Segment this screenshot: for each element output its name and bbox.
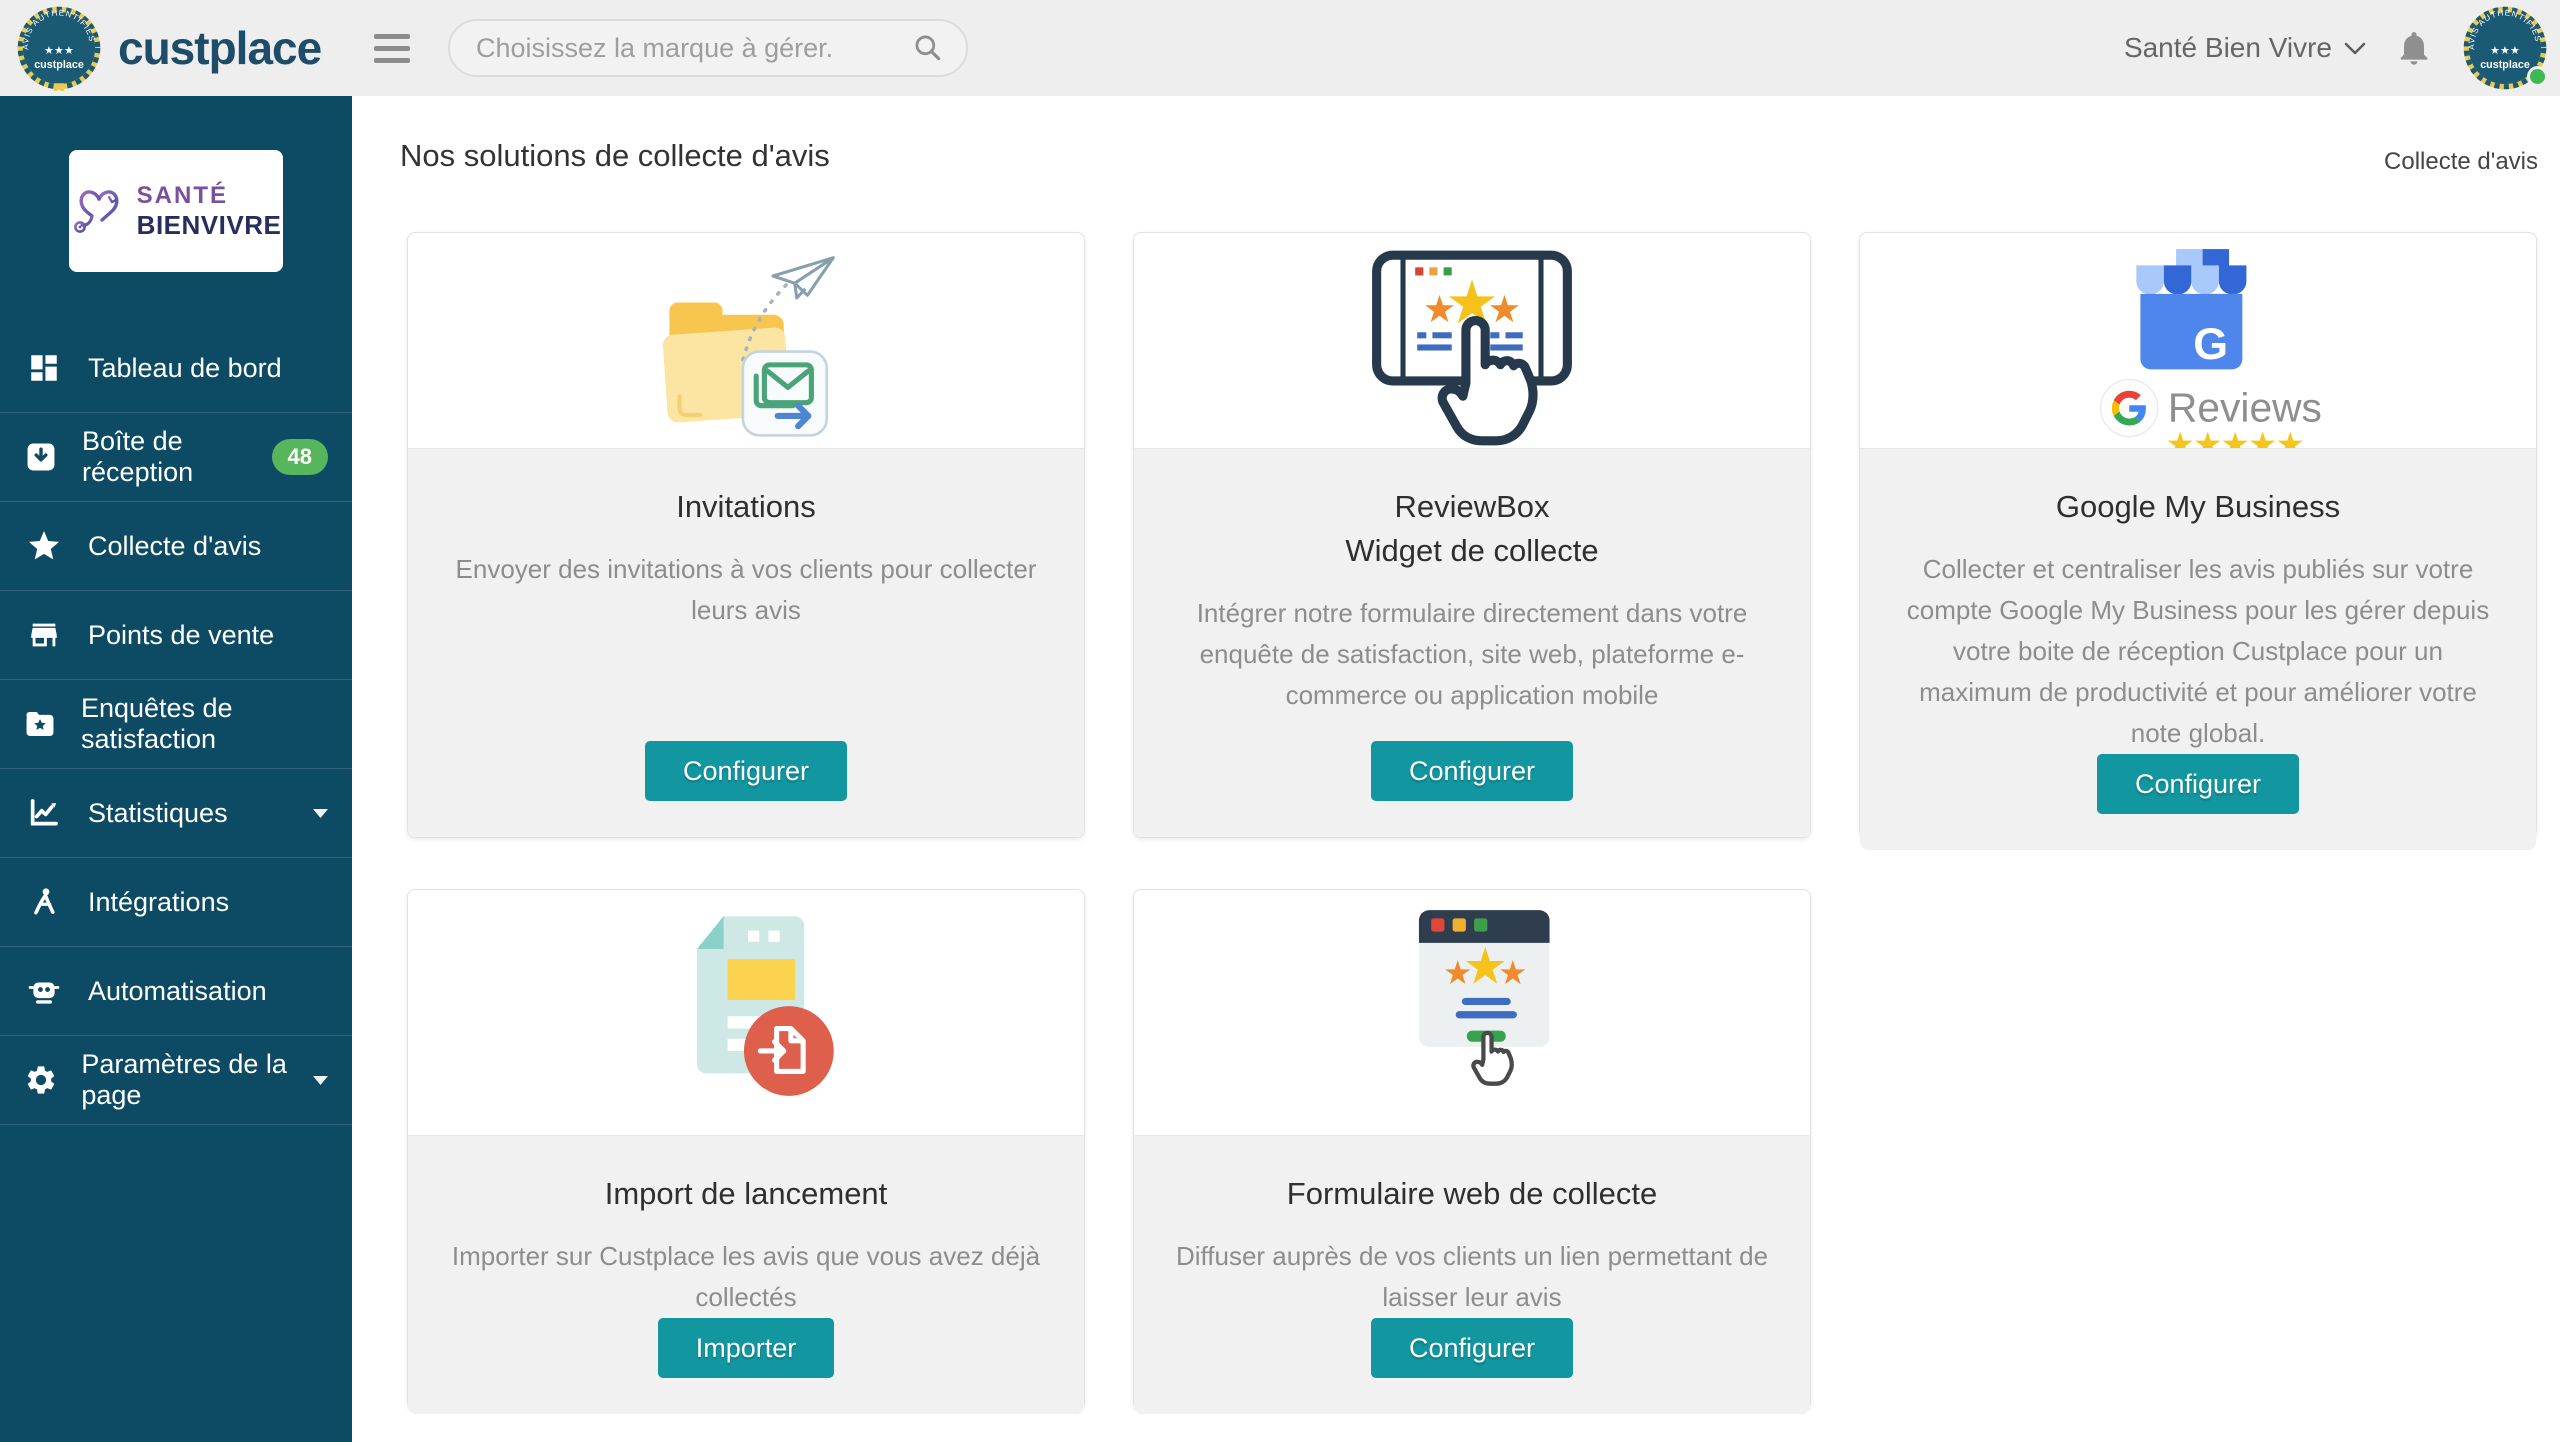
import-button[interactable]: Importer xyxy=(658,1318,835,1378)
search-icon xyxy=(912,32,944,64)
svg-text:Reviews: Reviews xyxy=(2168,384,2322,430)
search-input[interactable] xyxy=(476,33,912,64)
org-logo-card: SANTÉ BIENVIVRE xyxy=(69,150,283,272)
svg-text:★★★: ★★★ xyxy=(44,45,74,57)
sidebar-item-boite-de-reception[interactable]: Boîte de réception 48 xyxy=(0,413,352,502)
custplace-logo[interactable]: AVIS AUTHENTIFIÉS ★★★ custplace custplac… xyxy=(0,5,340,91)
card-title: Invitations xyxy=(676,485,816,529)
svg-text:G: G xyxy=(2193,318,2228,369)
header-right: Santé Bien Vivre AVIS AUTHENTIFIÉS ★★★ c… xyxy=(2124,5,2560,91)
configure-invitations-button[interactable]: Configurer xyxy=(645,741,847,801)
survey-star-icon xyxy=(22,707,59,741)
sidebar-item-collecte-avis[interactable]: Collecte d'avis xyxy=(0,502,352,591)
star-icon xyxy=(22,528,66,564)
card-description: Importer sur Custplace les avis que vous… xyxy=(446,1236,1046,1318)
sidebar-item-statistiques[interactable]: Statistiques xyxy=(0,769,352,858)
card-description: Envoyer des invitations à vos clients po… xyxy=(446,549,1046,631)
submenu-caret-icon xyxy=(313,809,328,818)
sidebar-item-enquetes-satisfaction[interactable]: Enquêtes de satisfaction xyxy=(0,680,352,769)
inbox-count-badge: 48 xyxy=(272,439,328,475)
robot-icon xyxy=(22,974,66,1008)
page-head: Nos solutions de collecte d'avis Collect… xyxy=(352,96,2560,176)
breadcrumb[interactable]: Collecte d'avis xyxy=(2384,148,2538,176)
org-name: SANTÉ BIENVIVRE xyxy=(137,182,282,240)
chevron-down-icon xyxy=(2344,42,2366,55)
invitations-illustration-icon xyxy=(408,233,1084,448)
avatar[interactable]: AVIS AUTHENTIFIÉS ★★★ custplace xyxy=(2462,5,2548,91)
sidebar-item-automatisation[interactable]: Automatisation xyxy=(0,947,352,1036)
page-title: Nos solutions de collecte d'avis xyxy=(400,136,830,176)
line-chart-icon xyxy=(22,796,66,830)
card-reviewbox: ReviewBox Widget de collecte Intégrer no… xyxy=(1133,232,1811,838)
card-description: Collecter et centraliser les avis publié… xyxy=(1898,549,2498,754)
custplace-badge-icon: AVIS AUTHENTIFIÉS ★★★ custplace xyxy=(16,5,102,91)
gear-icon xyxy=(22,1063,59,1097)
svg-text:custplace: custplace xyxy=(34,59,84,71)
integrations-person-icon xyxy=(22,885,66,919)
main-content: Nos solutions de collecte d'avis Collect… xyxy=(352,96,2560,1442)
inbox-icon xyxy=(22,440,60,474)
card-invitations: Invitations Envoyer des invitations à vo… xyxy=(407,232,1085,838)
card-title: ReviewBox Widget de collecte xyxy=(1345,485,1598,573)
account-switcher[interactable]: Santé Bien Vivre xyxy=(2124,32,2366,64)
configure-gmb-button[interactable]: Configurer xyxy=(2097,754,2299,814)
app-root: AVIS AUTHENTIFIÉS ★★★ custplace custplac… xyxy=(0,0,2560,1442)
brand-search[interactable] xyxy=(448,19,968,77)
card-title: Google My Business xyxy=(2056,485,2340,529)
reviewbox-illustration-icon xyxy=(1134,233,1810,448)
import-illustration-icon xyxy=(408,890,1084,1135)
configure-reviewbox-button[interactable]: Configurer xyxy=(1371,741,1573,801)
online-status-dot xyxy=(2527,66,2548,87)
svg-text:★★★: ★★★ xyxy=(2490,45,2520,57)
card-google-my-business: G Reviews xyxy=(1859,232,2537,838)
sidebar-nav: Tableau de bord Boîte de réception 48 xyxy=(0,324,352,1125)
sidebar-item-parametres-page[interactable]: Paramètres de la page xyxy=(0,1036,352,1125)
card-body: Invitations Envoyer des invitations à vo… xyxy=(408,448,1084,837)
card-body: ReviewBox Widget de collecte Intégrer no… xyxy=(1134,448,1810,837)
card-body: Formulaire web de collecte Diffuser aupr… xyxy=(1134,1135,1810,1414)
menu-toggle-button[interactable] xyxy=(366,26,418,71)
card-import-lancement: Import de lancement Importer sur Custpla… xyxy=(407,889,1085,1410)
brand-wordmark: custplace xyxy=(118,21,321,75)
submenu-caret-icon xyxy=(313,1076,328,1085)
card-title: Formulaire web de collecte xyxy=(1287,1172,1657,1216)
store-icon xyxy=(22,618,66,652)
webform-illustration-icon xyxy=(1134,890,1810,1135)
sidebar-item-integrations[interactable]: Intégrations xyxy=(0,858,352,947)
sidebar: SANTÉ BIENVIVRE Tableau de bord xyxy=(0,96,352,1442)
configure-webform-button[interactable]: Configurer xyxy=(1371,1318,1573,1378)
card-formulaire-web: Formulaire web de collecte Diffuser aupr… xyxy=(1133,889,1811,1410)
solutions-grid: Invitations Envoyer des invitations à vo… xyxy=(407,232,2560,1410)
top-header: AVIS AUTHENTIFIÉS ★★★ custplace custplac… xyxy=(0,0,2560,96)
card-title: Import de lancement xyxy=(605,1172,888,1216)
account-name: Santé Bien Vivre xyxy=(2124,32,2332,64)
dashboard-icon xyxy=(22,351,66,385)
sante-bienvivre-logo-icon xyxy=(71,183,127,239)
sidebar-item-points-de-vente[interactable]: Points de vente xyxy=(0,591,352,680)
card-body: Import de lancement Importer sur Custpla… xyxy=(408,1135,1084,1414)
sidebar-item-tableau-de-bord[interactable]: Tableau de bord xyxy=(0,324,352,413)
card-description: Diffuser auprès de vos clients un lien p… xyxy=(1172,1236,1772,1318)
card-description: Intégrer notre formulaire directement da… xyxy=(1172,593,1772,716)
google-my-business-illustration-icon: G Reviews xyxy=(1860,233,2536,448)
notifications-bell-icon[interactable] xyxy=(2394,28,2434,68)
svg-text:custplace: custplace xyxy=(2480,59,2530,71)
card-body: Google My Business Collecter et centrali… xyxy=(1860,448,2536,850)
